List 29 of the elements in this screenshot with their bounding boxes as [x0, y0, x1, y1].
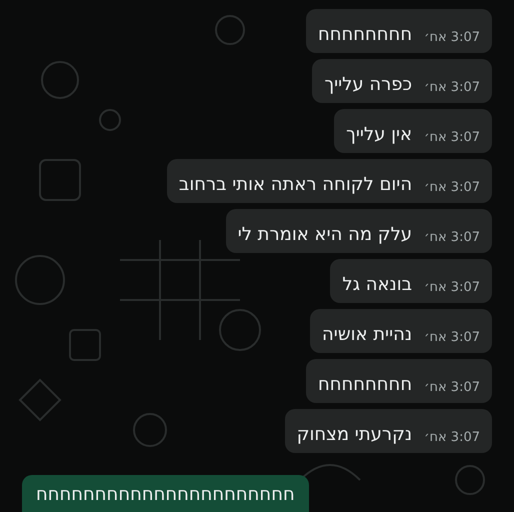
message-text: כפרה עלייך: [324, 73, 412, 97]
message-bubble[interactable]: עלק מה היא אומרת לי 3:07 אח׳: [226, 209, 492, 253]
message-text: חחחחחחחחחחחחחחחחחחחחחח: [36, 483, 295, 507]
message-text: עלק מה היא אומרת לי: [238, 223, 412, 247]
message-bubble[interactable]: חחחחחחחח 3:07 אח׳: [306, 9, 492, 53]
message-text: אין עלייך: [346, 123, 412, 147]
message-time: 3:07 אח׳: [424, 430, 480, 446]
message-time: 3:07 אח׳: [424, 180, 480, 196]
message-text: בונאה גל: [342, 273, 412, 297]
message-time: 3:07 אח׳: [424, 230, 480, 246]
message-time: 3:07 אח׳: [424, 130, 480, 146]
message-text: נהיית אושיה: [322, 323, 412, 347]
message-bubble[interactable]: היום לקוחה ראתה אותי ברחוב 3:07 אח׳: [166, 159, 492, 203]
message-bubble[interactable]: נקרעתי מצחוק 3:07 אח׳: [284, 409, 492, 453]
message-text: חחחחחחחח: [318, 23, 412, 47]
sent-message-bubble[interactable]: חחחחחחחחחחחחחחחחחחחחחח: [22, 475, 309, 512]
message-bubble[interactable]: חחחחחחחח 3:07 אח׳: [306, 359, 492, 403]
message-time: 3:07 אח׳: [424, 380, 480, 396]
message-time: 3:07 אח׳: [424, 30, 480, 46]
message-bubble[interactable]: בונאה גל 3:07 אח׳: [330, 259, 492, 303]
message-bubble[interactable]: כפרה עלייך 3:07 אח׳: [312, 59, 492, 103]
message-text: היום לקוחה ראתה אותי ברחוב: [178, 173, 412, 197]
message-time: 3:07 אח׳: [424, 330, 480, 346]
message-text: נקרעתי מצחוק: [296, 423, 412, 447]
message-bubble[interactable]: נהיית אושיה 3:07 אח׳: [310, 309, 492, 353]
message-text: חחחחחחחח: [318, 373, 412, 397]
message-time: 3:07 אח׳: [424, 280, 480, 296]
message-time: 3:07 אח׳: [424, 80, 480, 96]
message-bubble[interactable]: אין עלייך 3:07 אח׳: [334, 109, 492, 153]
